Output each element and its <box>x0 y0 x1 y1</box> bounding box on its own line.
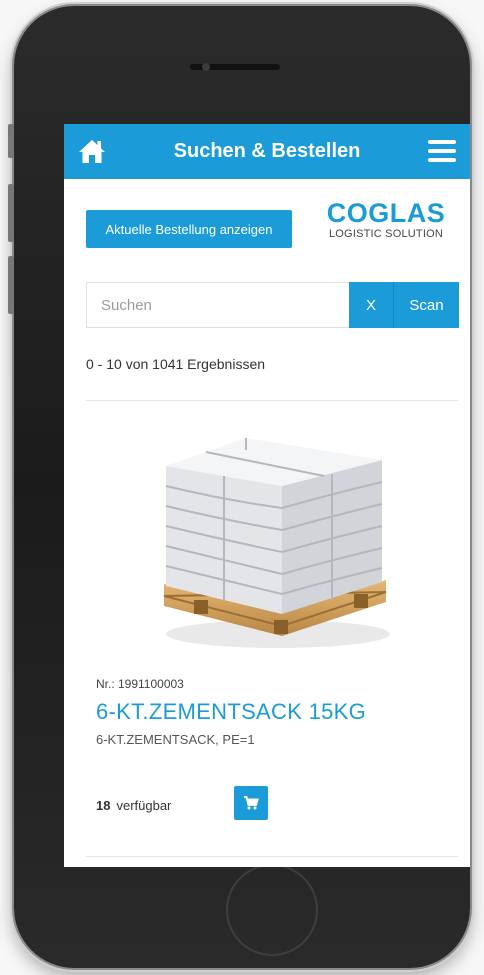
results-summary: 0 - 10 von 1041 Ergebnissen <box>86 356 266 372</box>
home-icon[interactable] <box>78 138 106 164</box>
volume-down-button <box>8 256 14 314</box>
scan-button[interactable]: Scan <box>393 282 459 328</box>
top-bar: Suchen & Bestellen <box>64 124 470 179</box>
available-label: verfügbar <box>116 798 172 813</box>
hamburger-menu-icon[interactable] <box>428 140 456 162</box>
search-bar: X Scan <box>86 282 459 328</box>
phone-frame: Suchen & Bestellen Aktuelle Bestellung a… <box>8 6 470 968</box>
clear-search-button[interactable]: X <box>349 282 393 328</box>
cart-icon <box>244 796 259 810</box>
divider <box>86 400 458 401</box>
app-screen: Suchen & Bestellen Aktuelle Bestellung a… <box>64 124 470 867</box>
page-title: Suchen & Bestellen <box>173 140 361 162</box>
hardware-home-button[interactable] <box>226 864 318 956</box>
show-current-order-button[interactable]: Aktuelle Bestellung anzeigen <box>86 210 292 248</box>
availability: 18 verfügbar <box>96 798 171 813</box>
divider <box>86 856 458 857</box>
volume-up-button <box>8 184 14 242</box>
logo-name: COGLAS <box>326 198 446 228</box>
available-count: 18 <box>96 798 111 813</box>
coglas-logo: COGLAS LOGISTIC SOLUTION <box>316 198 456 240</box>
product-description: 6-KT.ZEMENTSACK, PE=1 <box>96 732 255 747</box>
add-to-cart-button[interactable] <box>234 786 268 820</box>
mute-switch <box>8 124 14 158</box>
product-number: Nr.: 1991100003 <box>96 677 184 691</box>
product-title[interactable]: 6-KT.ZEMENTSACK 15KG <box>96 699 366 725</box>
search-input[interactable] <box>87 283 349 327</box>
front-camera <box>202 63 210 71</box>
product-image[interactable] <box>154 424 394 659</box>
logo-tagline: LOGISTIC SOLUTION <box>328 228 444 240</box>
